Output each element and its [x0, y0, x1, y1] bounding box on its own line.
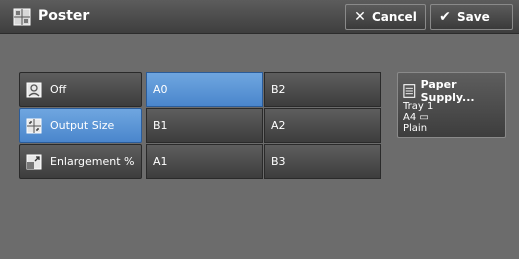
- size-label: B3: [271, 155, 286, 168]
- option-output-size-label: Output Size: [50, 119, 115, 132]
- paper-size: A4 ▭: [403, 112, 429, 123]
- option-output-size-button[interactable]: Output Size: [19, 108, 142, 143]
- cancel-label: Cancel: [372, 10, 417, 24]
- size-label: B2: [271, 83, 286, 96]
- paper-supply-icon: [403, 84, 416, 98]
- title-bar: Poster ✕ Cancel ✔ Save: [0, 0, 519, 34]
- option-enlargement-button[interactable]: Enlargement %: [19, 144, 142, 179]
- size-b1-button[interactable]: B1: [146, 108, 263, 143]
- size-b3-button[interactable]: B3: [264, 144, 381, 179]
- size-a1-button[interactable]: A1: [146, 144, 263, 179]
- cancel-button[interactable]: ✕ Cancel: [345, 4, 426, 30]
- paper-tray: Tray 1: [403, 101, 434, 112]
- size-b2-button[interactable]: B2: [264, 72, 381, 107]
- size-label: A2: [271, 119, 286, 132]
- off-icon: [26, 82, 42, 97]
- option-enlargement-label: Enlargement %: [50, 155, 135, 168]
- size-label: B1: [153, 119, 168, 132]
- option-off-label: Off: [50, 83, 67, 96]
- size-label: A0: [153, 83, 168, 96]
- paper-type: Plain: [403, 123, 428, 134]
- save-button[interactable]: ✔ Save: [430, 4, 513, 30]
- size-a0-button[interactable]: A0: [146, 72, 263, 107]
- page-title: Poster: [38, 8, 90, 24]
- option-off-button[interactable]: Off: [19, 72, 142, 107]
- poster-icon: [13, 8, 31, 26]
- enlargement-icon: [26, 154, 42, 169]
- size-a2-button[interactable]: A2: [264, 108, 381, 143]
- output-size-icon: [26, 118, 42, 133]
- close-icon: ✕: [354, 9, 366, 25]
- size-label: A1: [153, 155, 168, 168]
- save-label: Save: [457, 10, 490, 24]
- checkmark-icon: ✔: [439, 9, 451, 25]
- paper-supply-button[interactable]: Paper Supply... Tray 1 A4 ▭ Plain: [397, 72, 506, 138]
